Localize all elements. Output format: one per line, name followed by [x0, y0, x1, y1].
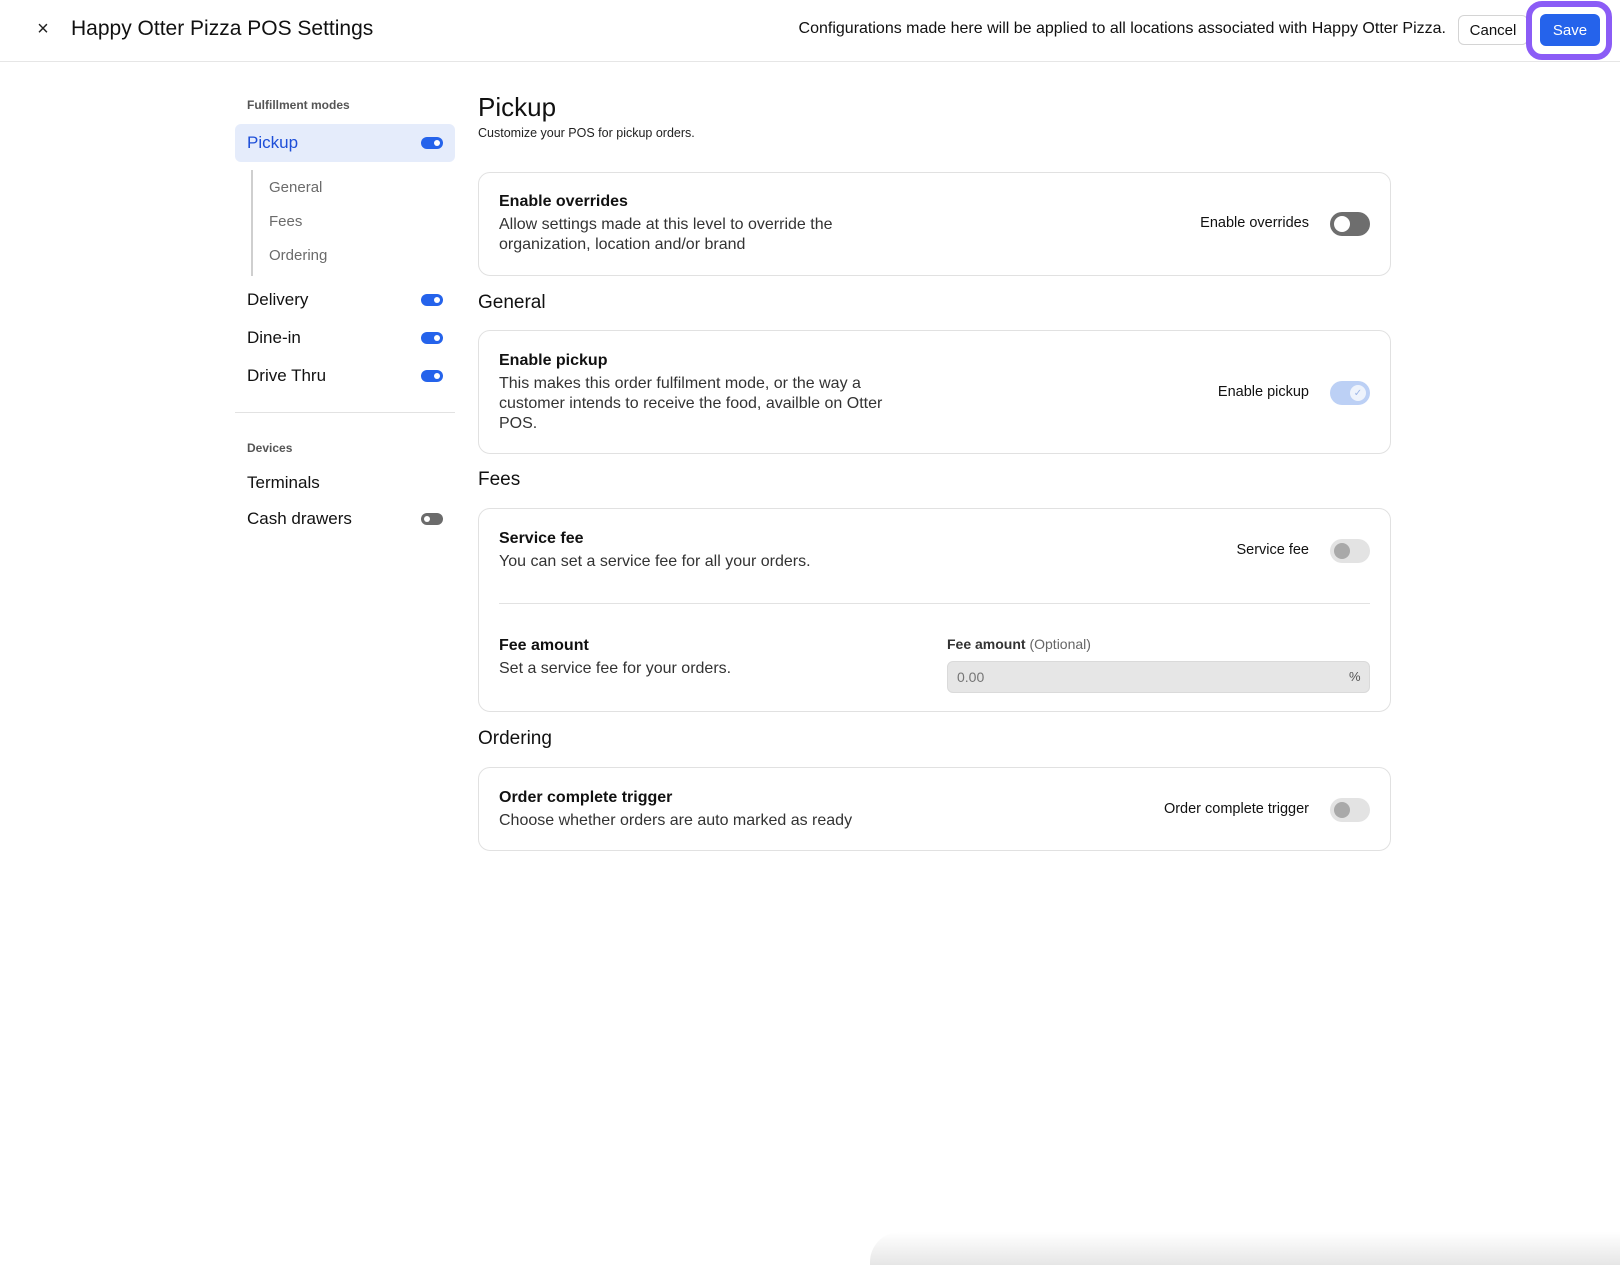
cash-drawers-status-toggle[interactable]	[421, 513, 443, 525]
page-header-title: Happy Otter Pizza POS Settings	[71, 17, 374, 40]
order-complete-toggle[interactable]	[1330, 798, 1370, 822]
percent-suffix: %	[1349, 669, 1361, 684]
order-complete-card: Order complete trigger Choose whether or…	[478, 767, 1391, 851]
overrides-title: Enable overrides	[499, 193, 628, 210]
sidebar-divider	[235, 412, 455, 413]
service-fee-title: Service fee	[499, 530, 584, 547]
sidebar-item-label: Drive Thru	[247, 366, 327, 385]
sidebar-item-label: Dine-in	[247, 328, 301, 347]
service-fee-toggle-label: Service fee	[1236, 542, 1309, 558]
fee-amount-input[interactable]	[947, 661, 1370, 693]
service-fee-description: You can set a service fee for all your o…	[499, 553, 811, 570]
enable-pickup-card: Enable pickup This makes this order fulf…	[478, 330, 1391, 454]
subnav-item-ordering[interactable]: Ordering	[269, 247, 327, 264]
delivery-status-toggle[interactable]	[421, 294, 443, 306]
save-button[interactable]: Save	[1540, 14, 1600, 46]
sidebar-item-label: Pickup	[247, 133, 299, 152]
sidebar-item-label: Cash drawers	[247, 509, 352, 528]
fulfillment-modes-label: Fulfillment modes	[247, 98, 350, 112]
fee-amount-optional-text: (Optional)	[1029, 636, 1091, 652]
subnav-item-fees[interactable]: Fees	[269, 213, 302, 230]
drive-thru-status-toggle[interactable]	[421, 370, 443, 382]
fees-divider	[499, 603, 1370, 604]
fee-amount-description: Set a service fee for your orders.	[499, 660, 732, 677]
general-heading: General	[478, 292, 546, 313]
enable-pickup-toggle-label: Enable pickup	[1217, 384, 1309, 400]
fee-amount-field-label: Fee amount (Optional)	[947, 636, 1091, 652]
service-fee-toggle[interactable]	[1330, 539, 1370, 563]
sidebar-item-cash-drawers[interactable]: Cash drawers	[235, 500, 455, 538]
overrides-description: Allow settings made at this level to ove…	[499, 216, 833, 253]
dine-in-status-toggle[interactable]	[421, 332, 443, 344]
sidebar-item-dine-in[interactable]: Dine-in	[235, 319, 455, 357]
overrides-toggle[interactable]	[1330, 212, 1370, 236]
sidebar-item-delivery[interactable]: Delivery	[235, 281, 455, 319]
header-notice: Configurations made here will be applied…	[798, 20, 1446, 37]
ordering-heading: Ordering	[478, 728, 552, 749]
top-bar: × Happy Otter Pizza POS Settings Configu…	[0, 0, 1620, 62]
sidebar-item-label: Delivery	[247, 290, 309, 309]
devices-label: Devices	[247, 441, 293, 455]
enable-pickup-toggle[interactable]: ✓	[1330, 381, 1370, 405]
order-complete-title: Order complete trigger	[499, 789, 673, 806]
fees-card: Service fee You can set a service fee fo…	[478, 508, 1391, 712]
overrides-toggle-label: Enable overrides	[1200, 215, 1309, 231]
page-title: Pickup	[478, 92, 557, 122]
fee-amount-field-label-text: Fee amount	[947, 636, 1026, 652]
subnav-item-general[interactable]: General	[269, 179, 322, 196]
check-icon: ✓	[1350, 385, 1366, 401]
page-subtitle: Customize your POS for pickup orders.	[478, 126, 695, 140]
close-icon[interactable]: ×	[30, 16, 56, 42]
sidebar-item-pickup[interactable]: Pickup	[235, 124, 455, 162]
sidebar-item-label: Terminals	[247, 473, 320, 492]
cancel-button[interactable]: Cancel	[1458, 15, 1528, 45]
enable-pickup-title: Enable pickup	[499, 352, 608, 369]
sidebar-item-drive-thru[interactable]: Drive Thru	[235, 357, 455, 395]
fees-heading: Fees	[478, 469, 521, 490]
fee-amount-title: Fee amount	[499, 637, 589, 654]
pickup-status-toggle[interactable]	[421, 137, 443, 149]
bottom-panel-shadow	[870, 1232, 1620, 1265]
subnav-rail	[251, 170, 253, 276]
enable-pickup-description: This makes this order fulfilment mode, o…	[499, 375, 883, 432]
order-complete-toggle-label: Order complete trigger	[1163, 801, 1309, 817]
overrides-card: Enable overrides Allow settings made at …	[478, 172, 1391, 276]
sidebar-item-terminals[interactable]: Terminals	[235, 464, 455, 502]
order-complete-description: Choose whether orders are auto marked as…	[499, 812, 853, 829]
